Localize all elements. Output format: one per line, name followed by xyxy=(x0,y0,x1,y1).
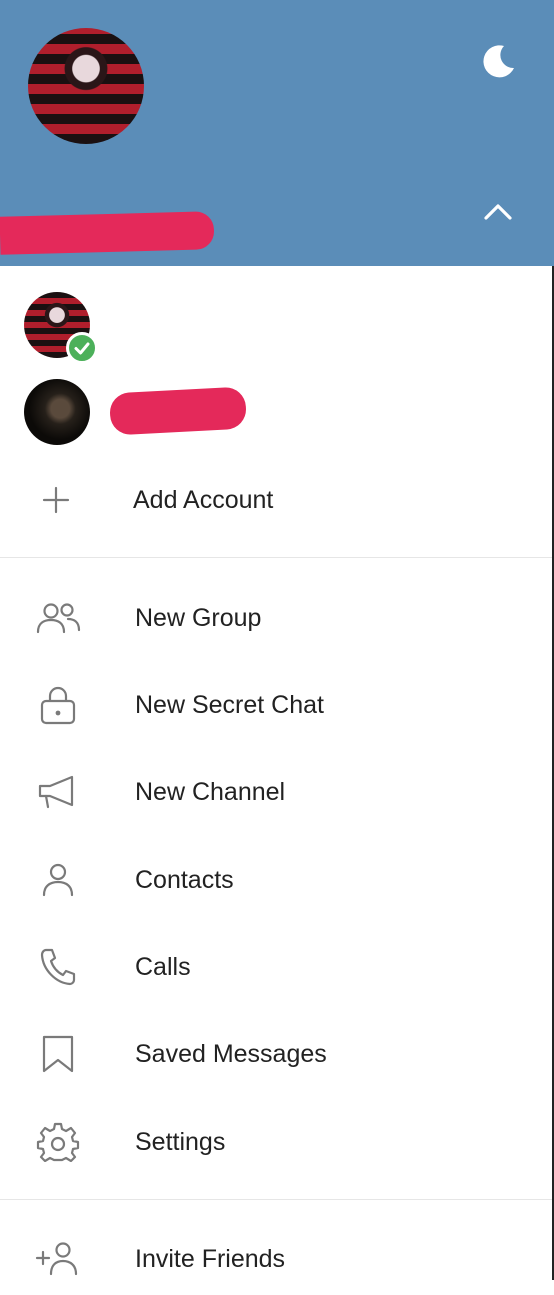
megaphone-icon xyxy=(34,774,82,810)
group-icon xyxy=(34,600,82,636)
moon-icon[interactable] xyxy=(474,38,522,86)
menu-item-label: Calls xyxy=(135,953,191,981)
menu-item-new-group[interactable]: New Group xyxy=(0,582,554,654)
menu-item-calls[interactable]: Calls xyxy=(0,931,554,1003)
bookmark-icon xyxy=(34,1035,82,1073)
menu-item-label: Invite Friends xyxy=(135,1245,286,1273)
profile-avatar[interactable] xyxy=(28,28,144,144)
redacted-account-name xyxy=(108,386,248,436)
drawer-header xyxy=(0,0,554,266)
phone-icon xyxy=(34,948,82,986)
menu-item-label: Settings xyxy=(135,1128,226,1156)
menu-item-new-secret-chat[interactable]: New Secret Chat xyxy=(0,669,554,741)
redacted-name xyxy=(0,211,215,255)
menu-item-invite-friends[interactable]: Invite Friends xyxy=(0,1223,554,1295)
menu-item-label: New Group xyxy=(135,604,262,632)
divider xyxy=(0,1199,554,1200)
menu-item-saved-messages[interactable]: Saved Messages xyxy=(0,1018,554,1090)
menu-item-settings[interactable]: Settings xyxy=(0,1106,554,1178)
add-account-label: Add Account xyxy=(133,486,274,514)
menu-item-label: Saved Messages xyxy=(135,1040,327,1068)
menu-item-label: New Secret Chat xyxy=(135,691,324,719)
plus-icon xyxy=(32,482,80,518)
chevron-up-icon[interactable] xyxy=(474,188,522,236)
account-avatar xyxy=(24,379,90,445)
person-icon xyxy=(34,862,82,898)
add-account-button[interactable]: Add Account xyxy=(0,464,554,536)
menu-item-new-channel[interactable]: New Channel xyxy=(0,756,554,828)
menu-item-label: Contacts xyxy=(135,866,234,894)
add-person-icon xyxy=(34,1241,82,1277)
gear-icon xyxy=(34,1122,82,1162)
divider xyxy=(0,557,554,558)
menu-item-label: New Channel xyxy=(135,778,286,806)
menu-item-contacts[interactable]: Contacts xyxy=(0,844,554,916)
lock-icon xyxy=(34,686,82,725)
check-icon xyxy=(66,332,98,364)
